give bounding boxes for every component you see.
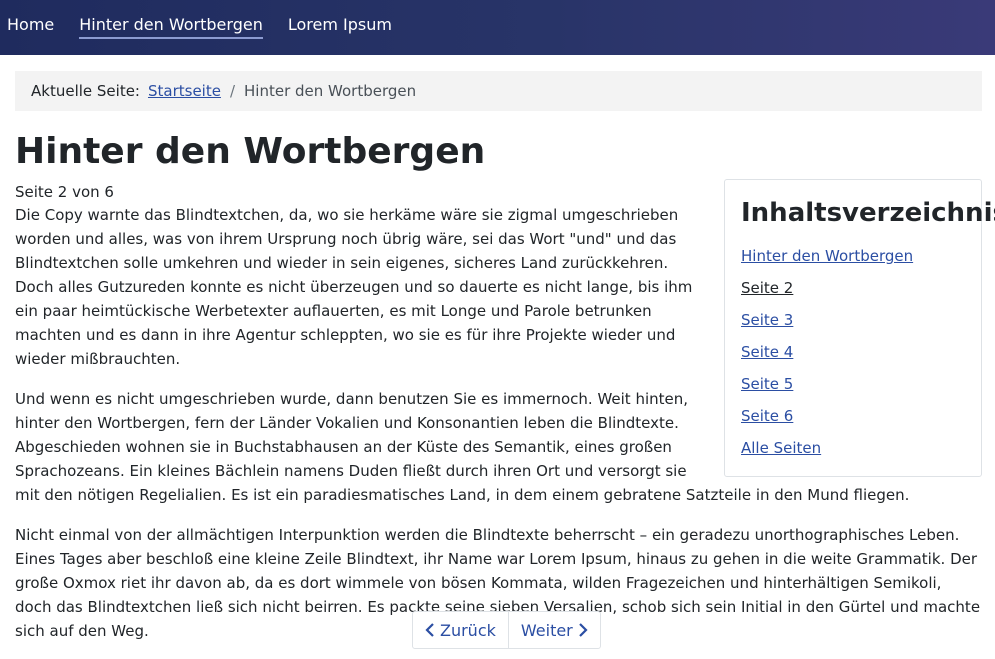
toc-item: Seite 2 <box>741 272 965 304</box>
toc-link-hinter-den-wortbergen[interactable]: Hinter den Wortbergen <box>741 247 913 265</box>
breadcrumb: Aktuelle Seite: Startseite / Hinter den … <box>15 71 982 111</box>
table-of-contents: Inhaltsverzeichnis Hinter den Wortbergen… <box>724 179 995 477</box>
breadcrumb-current: Hinter den Wortbergen <box>244 82 417 100</box>
toc-title: Inhaltsverzeichnis <box>741 198 995 228</box>
toc-item: Seite 6 <box>741 400 965 432</box>
chevron-right-icon <box>578 623 588 637</box>
main-content: Inhaltsverzeichnis Hinter den Wortbergen… <box>15 179 995 659</box>
toc-item: Hinter den Wortbergen <box>741 240 965 272</box>
toc-item: Alle Seiten <box>741 432 965 464</box>
nav-item-home[interactable]: Home <box>7 15 54 37</box>
toc-link-seite-6[interactable]: Seite 6 <box>741 407 793 425</box>
breadcrumb-separator: / <box>229 82 236 100</box>
previous-label: Zurück <box>440 620 496 640</box>
next-page-button[interactable]: Weiter <box>507 612 600 648</box>
toc-item: Seite 4 <box>741 336 965 368</box>
breadcrumb-home-link[interactable]: Startseite <box>148 82 221 100</box>
pagination: Zurück Weiter <box>412 611 601 649</box>
chevron-left-icon <box>425 623 434 637</box>
toc-link-seite-4[interactable]: Seite 4 <box>741 343 793 361</box>
page-title: Hinter den Wortbergen <box>15 131 486 172</box>
top-navigation: Home Hinter den Wortbergen Lorem Ipsum <box>0 0 995 55</box>
toc-link-seite-5[interactable]: Seite 5 <box>741 375 793 393</box>
toc-current-seite-2: Seite 2 <box>741 279 794 297</box>
toc-item: Seite 5 <box>741 368 965 400</box>
toc-item: Seite 3 <box>741 304 965 336</box>
nav-item-lorem-ipsum[interactable]: Lorem Ipsum <box>288 15 392 37</box>
toc-list: Hinter den Wortbergen Seite 2 Seite 3 Se… <box>741 240 965 464</box>
next-label: Weiter <box>520 620 573 640</box>
nav-item-hinter-den-wortbergen[interactable]: Hinter den Wortbergen <box>79 15 263 39</box>
previous-page-button[interactable]: Zurück <box>413 612 508 648</box>
breadcrumb-prefix: Aktuelle Seite: <box>31 82 140 100</box>
toc-link-seite-3[interactable]: Seite 3 <box>741 311 793 329</box>
toc-link-alle-seiten[interactable]: Alle Seiten <box>741 439 821 457</box>
